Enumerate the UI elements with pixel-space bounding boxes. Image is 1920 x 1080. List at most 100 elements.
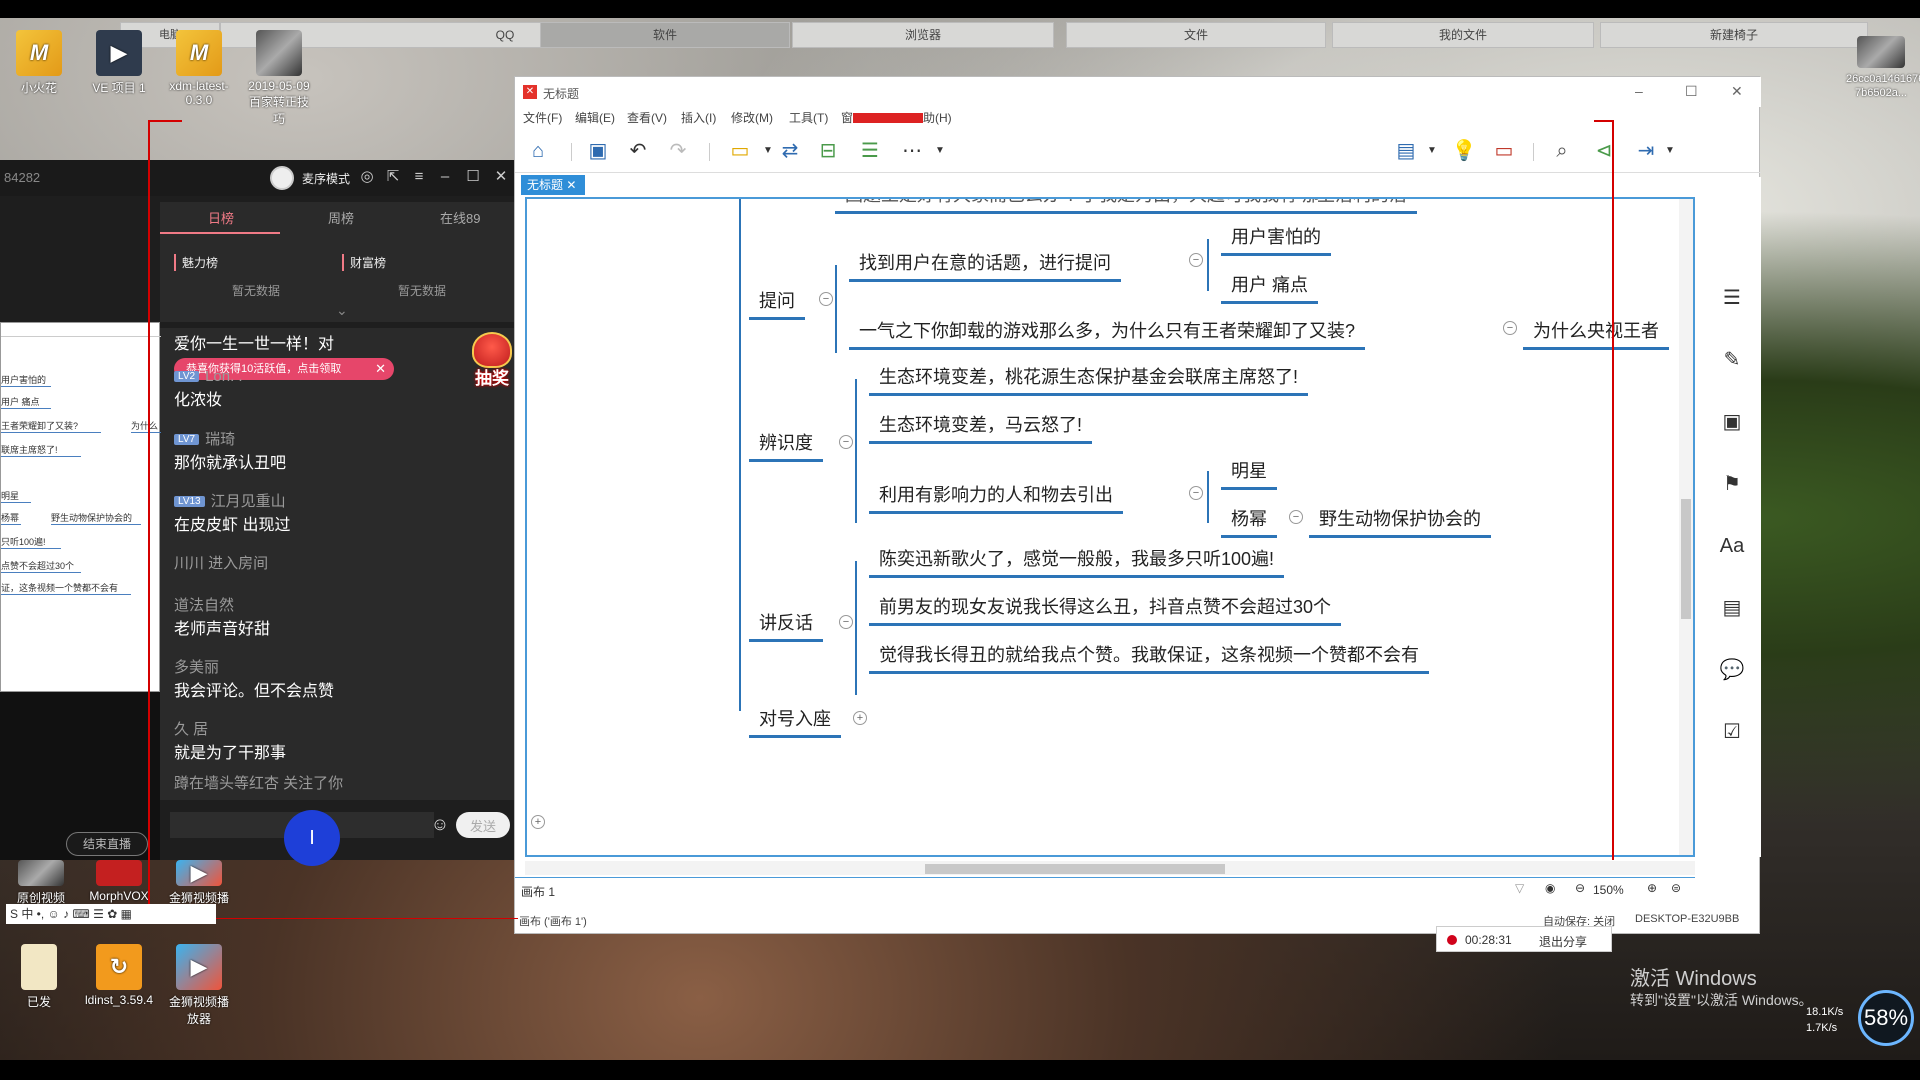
topic-node[interactable]: 为什么央视王者 (1523, 317, 1669, 350)
desktop-icon-right-file[interactable]: 26cc0a1461676 7b6502a... (1846, 36, 1920, 99)
comment-icon[interactable]: 💬 (1719, 657, 1745, 683)
sheet-tab[interactable]: 画布 1 (521, 883, 555, 900)
topic-node[interactable]: 生态环境变差，马云怒了! (869, 411, 1092, 444)
menu-file[interactable]: 文件(F) (523, 109, 562, 126)
zoom-level[interactable]: 150% (1593, 883, 1624, 897)
close-icon[interactable]: ✕ (566, 178, 576, 192)
outline-icon[interactable]: ▭ (1491, 139, 1517, 163)
chevron-down-icon[interactable]: ⌄ (336, 302, 348, 319)
image-icon[interactable]: ▣ (1719, 409, 1745, 435)
export-icon[interactable]: ⇥ (1633, 139, 1659, 163)
desktop-icon-ve[interactable]: ▶ VE 项目 1 (84, 30, 154, 96)
boundary-icon[interactable]: ⊟ (815, 139, 841, 163)
outline-list-icon[interactable]: ☰ (1719, 285, 1745, 311)
scroll-thumb[interactable] (1681, 499, 1691, 619)
stop-share-button[interactable]: 退出分享 (1539, 933, 1587, 950)
task-icon[interactable]: ☑ (1719, 719, 1745, 745)
fit-icon[interactable]: ⊜ (1671, 881, 1681, 895)
top-tab-my-files[interactable]: 我的文件 (1332, 22, 1594, 48)
tab-weekly[interactable]: 周榜 (328, 208, 354, 227)
horizontal-scrollbar[interactable] (525, 861, 1695, 875)
desktop-icon-yuanchuang[interactable]: 原创视频 (6, 860, 76, 906)
vertical-scrollbar[interactable] (1679, 199, 1693, 855)
send-button[interactable]: 发送 (456, 812, 510, 838)
topic-node[interactable]: 生态环境变差，桃花源生态保护基金会联席主席怒了! (869, 363, 1308, 396)
summary-icon[interactable]: ☰ (857, 139, 883, 163)
maximize-icon[interactable]: ☐ (464, 168, 482, 186)
popout-icon[interactable]: ⇱ (384, 168, 402, 186)
style-icon[interactable]: Aa (1719, 533, 1745, 559)
topic-node[interactable]: 明星 (1221, 457, 1277, 490)
avatar[interactable] (270, 166, 294, 190)
topic-bianshi[interactable]: 辨识度 (749, 429, 823, 462)
filter-icon[interactable]: ▽ (1515, 881, 1524, 895)
desktop-icon-jinshan2[interactable]: ▶ 金狮视频播放器 (164, 944, 234, 1027)
save-icon[interactable]: ▣ (585, 139, 611, 163)
minimize-icon[interactable]: – (1635, 83, 1643, 99)
mindmap-canvas[interactable]: 回题王是好有大家而已么办 ? 子我是为由，大起可我我有 那 主治利的治 提问 −… (525, 197, 1695, 857)
top-tab-files[interactable]: 文件 (1066, 22, 1326, 48)
menu-edit[interactable]: 编辑(E) (575, 109, 615, 126)
topic-tiwen[interactable]: 提问 (749, 287, 805, 320)
topic-node[interactable]: 野生动物保护协会的 (1309, 505, 1491, 538)
menu-help[interactable]: 助(H) (923, 109, 952, 126)
topic-node[interactable]: 主治利的治 (1307, 199, 1417, 214)
tab-online[interactable]: 在线89 (440, 208, 480, 227)
chevron-down-icon[interactable]: ▼ (1657, 139, 1683, 163)
menu-tools[interactable]: 工具(T) (789, 109, 828, 126)
desktop-icon-xdm[interactable]: M xdm-latest-0.3.0 (164, 30, 234, 107)
collapse-toggle[interactable]: − (839, 615, 853, 629)
collapse-toggle[interactable]: − (1289, 510, 1303, 524)
chevron-down-icon[interactable]: ▼ (1419, 139, 1445, 163)
presentation-icon[interactable]: ▤ (1393, 139, 1419, 163)
topic-node[interactable]: 陈奕迅新歌火了，感觉一般般，我最多只听100遍! (869, 545, 1285, 578)
format-brush-icon[interactable]: ✎ (1719, 347, 1745, 373)
network-gauge[interactable]: 58% (1858, 990, 1914, 1046)
topic-icon[interactable]: ▭ (727, 139, 753, 163)
chevron-down-icon[interactable]: ▼ (927, 139, 953, 163)
relationship-icon[interactable]: ⇄ (777, 139, 803, 163)
home-icon[interactable]: ⌂ (525, 139, 551, 163)
topic-jiangfan[interactable]: 讲反话 (749, 609, 823, 642)
close-icon[interactable]: ✕ (492, 168, 510, 186)
settings-icon[interactable]: ◎ (358, 168, 376, 186)
undo-icon[interactable]: ↶ (625, 139, 651, 163)
end-live-button[interactable]: 结束直播 (66, 832, 148, 856)
desktop-icon-yifa[interactable]: 已发 (4, 944, 74, 1010)
zoom-in-icon[interactable]: ⊕ (1647, 881, 1657, 895)
close-icon[interactable]: ✕ (375, 358, 386, 380)
top-tab-new-chair[interactable]: 新建椅子 (1600, 22, 1868, 48)
topic-node[interactable]: 找到用户在意的话题，进行提问 (849, 249, 1121, 282)
topic-node[interactable]: 前男友的现女友说我长得这么丑，抖音点赞不会超过30个 (869, 593, 1342, 626)
topic-node[interactable]: 一气之下你卸载的游戏那么多，为什么只有王者荣耀卸了又装? (849, 317, 1366, 350)
menu-view[interactable]: 查看(V) (627, 109, 667, 126)
desktop-icon-photo[interactable]: 2019-05-09 百家转正技巧 (244, 30, 314, 127)
collapse-toggle[interactable]: − (819, 292, 833, 306)
topic-node[interactable]: 杨幂 (1221, 505, 1277, 538)
menu-modify[interactable]: 修改(M) (731, 109, 773, 126)
top-tab-software[interactable]: 软件 (540, 22, 790, 48)
topic-node[interactable]: 用户 痛点 (1221, 271, 1319, 304)
menu-icon[interactable]: ≡ (410, 168, 428, 186)
scroll-thumb[interactable] (925, 864, 1225, 874)
search-icon[interactable]: ⌕ (1549, 139, 1575, 163)
mode-label[interactable]: 麦序模式 (302, 170, 350, 187)
idea-icon[interactable]: 💡 (1451, 139, 1477, 163)
redo-icon[interactable]: ↷ (665, 139, 691, 163)
more-icon[interactable]: ⋯ (899, 139, 925, 163)
collapse-toggle[interactable]: − (1189, 253, 1203, 267)
collapse-toggle[interactable]: − (1503, 321, 1517, 335)
tab-document[interactable]: 无标题 ✕ (521, 175, 585, 195)
desktop-icon-xiaohuohua[interactable]: M 小火花 (4, 30, 74, 96)
collapse-toggle[interactable]: − (839, 435, 853, 449)
ime-toolbar[interactable]: S 中 •, ☺ ♪ ⌨ ☰ ✿ ▦ (6, 904, 216, 924)
emoji-icon[interactable]: ☺ (428, 812, 452, 836)
topic-node[interactable]: 利用有影响力的人和物去引出 (869, 481, 1123, 514)
add-sheet-icon[interactable]: + (531, 815, 545, 829)
desktop-icon-morphvox[interactable]: MorphVOX (84, 860, 154, 903)
flag-icon[interactable]: ⚑ (1719, 471, 1745, 497)
zoom-out-icon[interactable]: ⊖ (1575, 881, 1585, 895)
menu-window[interactable]: 窗 (841, 109, 853, 126)
top-tab-browser[interactable]: 浏览器 (792, 22, 1054, 48)
notes-icon[interactable]: ▤ (1719, 595, 1745, 621)
